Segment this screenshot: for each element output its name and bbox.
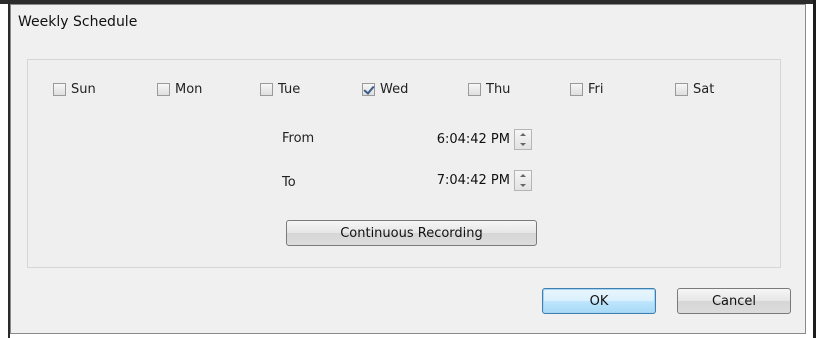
checkbox-wed[interactable]: Wed xyxy=(362,82,408,97)
checkbox-mon[interactable]: Mon xyxy=(157,82,202,97)
checkbox-fri[interactable]: Fri xyxy=(570,82,604,97)
checkbox-sun[interactable]: Sun xyxy=(53,82,96,97)
checkbox-wed-box[interactable] xyxy=(362,83,375,96)
checkbox-mon-box[interactable] xyxy=(157,83,170,96)
from-time-value[interactable]: 6:04:42 PM xyxy=(418,132,510,147)
cancel-button[interactable]: Cancel xyxy=(677,288,791,314)
checkbox-tue-box[interactable] xyxy=(260,83,273,96)
checkbox-tue-label: Tue xyxy=(278,82,301,97)
spin-up-icon[interactable] xyxy=(520,133,526,137)
to-time-picker[interactable]: 7:04:42 PM xyxy=(418,168,540,193)
checkbox-fri-box[interactable] xyxy=(570,83,583,96)
from-spin-buttons[interactable] xyxy=(514,129,532,150)
from-time-picker[interactable]: 6:04:42 PM xyxy=(418,127,540,152)
to-label: To xyxy=(282,175,296,190)
ok-button[interactable]: OK xyxy=(542,288,656,314)
checkbox-sat-label: Sat xyxy=(693,82,715,97)
dialog-title: Weekly Schedule xyxy=(18,14,138,30)
checkbox-sun-box[interactable] xyxy=(53,83,66,96)
checkbox-wed-label: Wed xyxy=(380,82,409,97)
checkbox-sat[interactable]: Sat xyxy=(675,82,714,97)
checkbox-mon-label: Mon xyxy=(175,82,203,97)
checkbox-thu[interactable]: Thu xyxy=(468,82,510,97)
checkbox-thu-label: Thu xyxy=(486,82,511,97)
checkbox-sat-box[interactable] xyxy=(675,83,688,96)
to-spin-buttons[interactable] xyxy=(514,170,532,191)
checkbox-thu-box[interactable] xyxy=(468,83,481,96)
checkbox-sun-label: Sun xyxy=(71,82,96,97)
from-label: From xyxy=(282,131,315,146)
spin-up-icon[interactable] xyxy=(520,174,526,178)
to-time-value[interactable]: 7:04:42 PM xyxy=(418,173,510,188)
continuous-recording-button[interactable]: Continuous Recording xyxy=(286,220,537,246)
checkbox-tue[interactable]: Tue xyxy=(260,82,300,97)
spin-down-icon[interactable] xyxy=(520,183,526,187)
checkbox-fri-label: Fri xyxy=(588,82,604,97)
spin-down-icon[interactable] xyxy=(520,142,526,146)
